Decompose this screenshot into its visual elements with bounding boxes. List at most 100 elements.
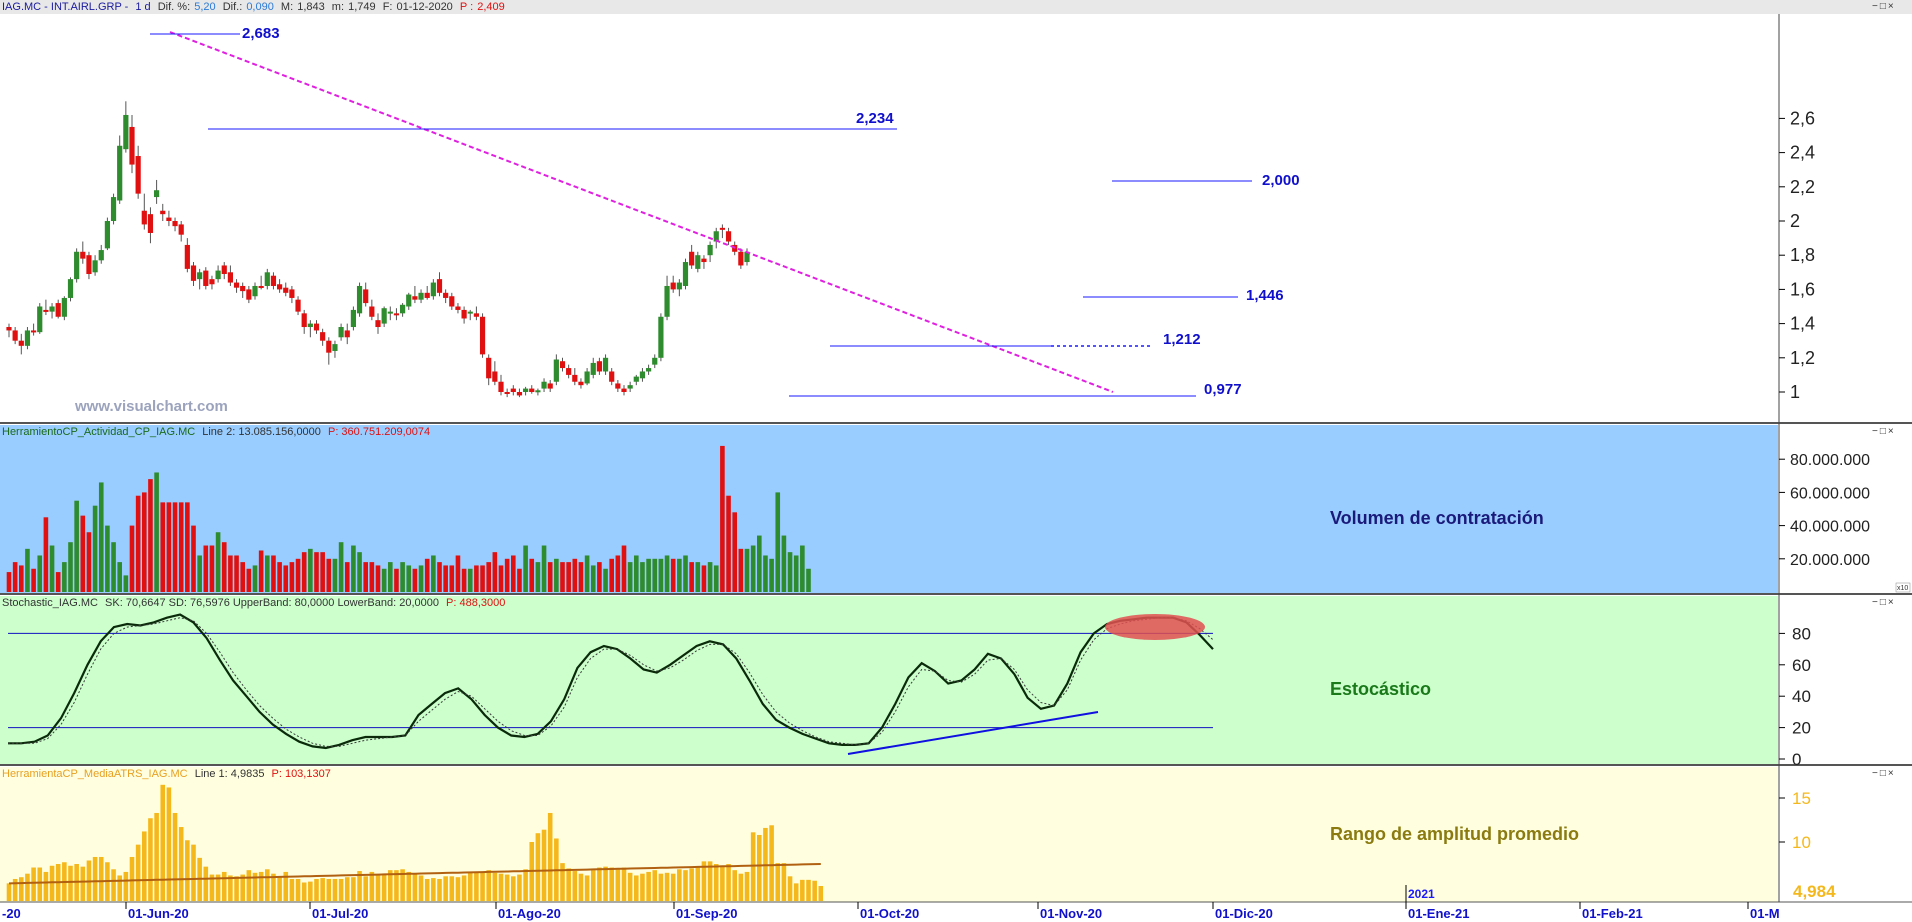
candle-body bbox=[443, 292, 449, 298]
volume-bar bbox=[677, 558, 682, 592]
volume-bar bbox=[86, 532, 92, 592]
volume-bar bbox=[394, 568, 399, 592]
candle-body bbox=[240, 285, 246, 292]
candle-body bbox=[326, 340, 332, 353]
price-y-tick-label: 2,6 bbox=[1790, 108, 1815, 128]
candle-body bbox=[590, 362, 596, 375]
volume-bar bbox=[129, 525, 135, 592]
candle-body bbox=[246, 289, 252, 300]
atr-bar bbox=[369, 871, 375, 901]
volume-bar bbox=[301, 552, 307, 592]
candle-body bbox=[689, 251, 695, 266]
volume-bar bbox=[117, 562, 122, 592]
atr-bar bbox=[123, 871, 129, 901]
volume-bar bbox=[664, 555, 670, 592]
price-y-tick-label: 1,8 bbox=[1790, 245, 1815, 265]
volume-bar bbox=[37, 555, 43, 592]
window-controls[interactable]: −□× bbox=[1872, 768, 1896, 780]
atr-bar bbox=[166, 787, 172, 901]
candle-body bbox=[301, 313, 307, 328]
atr-bar bbox=[713, 864, 719, 901]
volume-bar bbox=[375, 565, 381, 592]
volume-bar bbox=[203, 545, 209, 592]
volume-bar bbox=[584, 555, 590, 592]
candle-body bbox=[725, 231, 732, 242]
candle-body bbox=[307, 323, 313, 328]
volume-bar bbox=[590, 565, 596, 592]
candle-body bbox=[184, 244, 190, 269]
candle-body bbox=[479, 316, 486, 355]
candle-body bbox=[43, 309, 49, 312]
volume-bar bbox=[314, 552, 319, 592]
volume-bar bbox=[763, 555, 768, 592]
atr-bar bbox=[148, 818, 153, 901]
candle-body bbox=[289, 289, 295, 298]
volume-bar bbox=[160, 502, 166, 592]
candle-body bbox=[627, 385, 633, 389]
candle-body bbox=[49, 306, 55, 312]
atr-bar bbox=[517, 874, 522, 901]
main-chart-header: IAG.MC - INT.AIRL.GRP - 1 d Dif. %: 5,20… bbox=[0, 0, 1912, 14]
stoch-y-tick-label: 80 bbox=[1792, 624, 1811, 643]
stoch-y-tick-label: 40 bbox=[1792, 687, 1811, 706]
atr-bar bbox=[437, 878, 442, 901]
atr-bar bbox=[695, 866, 701, 901]
volume-bar bbox=[529, 558, 535, 592]
candle-body bbox=[6, 327, 12, 331]
atr-bar bbox=[326, 878, 332, 901]
volume-bar bbox=[424, 558, 430, 592]
candle-body bbox=[566, 368, 572, 375]
window-controls[interactable]: −□× bbox=[1872, 597, 1896, 609]
atr-bar bbox=[406, 871, 412, 901]
candle-body bbox=[609, 371, 615, 382]
window-controls[interactable]: −□× bbox=[1872, 1, 1896, 13]
atr-bar bbox=[486, 870, 491, 901]
candle-body bbox=[461, 309, 467, 319]
x-axis-tick-label: 01-Dic-20 bbox=[1215, 906, 1273, 921]
chart-workspace: x10 2,6 2,4 2,2 2 1,8 1,6 1,4 1,2 1 2,683 2,234 … bbox=[0, 0, 1912, 922]
atr-bar bbox=[535, 833, 541, 901]
candle-body bbox=[449, 296, 455, 307]
atr-bar bbox=[363, 876, 368, 901]
x-axis-tick-label: 01-Jun-20 bbox=[128, 906, 189, 921]
candle-body bbox=[369, 306, 375, 317]
candle-body bbox=[209, 279, 215, 285]
atr-bar bbox=[640, 873, 645, 901]
volume-bar bbox=[689, 562, 694, 592]
candle-body bbox=[37, 306, 43, 333]
atr-bar bbox=[129, 856, 135, 901]
volume-indicator-line: Line 2: 13.085.156,0000 bbox=[202, 426, 321, 438]
volume-bar bbox=[787, 552, 793, 592]
atr-bar bbox=[308, 881, 313, 901]
volume-scale-tag: x10 bbox=[1897, 585, 1908, 592]
atr-bar bbox=[68, 865, 73, 901]
candle-body bbox=[277, 284, 283, 290]
candle-body bbox=[467, 311, 473, 314]
volume-indicator-p: P: 360.751.209,0074 bbox=[327, 426, 431, 438]
atr-bar bbox=[160, 784, 166, 901]
atr-bar bbox=[615, 868, 621, 901]
x-axis-tick-label: 01-M bbox=[1750, 906, 1780, 921]
atr-bar bbox=[572, 871, 578, 901]
candle-body bbox=[473, 313, 479, 317]
candle-body bbox=[602, 357, 609, 372]
volume-bar bbox=[228, 555, 233, 592]
volume-bar bbox=[572, 558, 578, 592]
volume-bar bbox=[443, 565, 448, 592]
atr-bar bbox=[818, 886, 824, 901]
atr-bar bbox=[117, 875, 122, 901]
atr-bar bbox=[812, 880, 817, 901]
volume-bar bbox=[726, 495, 731, 592]
candle-body bbox=[295, 299, 301, 312]
atr-bar bbox=[191, 844, 196, 901]
volume-bar bbox=[554, 558, 559, 592]
volume-bar bbox=[277, 562, 282, 592]
volume-bar bbox=[197, 555, 202, 592]
atr-bar bbox=[584, 875, 590, 901]
volume-bar bbox=[142, 492, 147, 592]
window-controls[interactable]: −□× bbox=[1872, 426, 1896, 438]
stoch-panel-title: Estocástico bbox=[1330, 679, 1431, 699]
volume-bar bbox=[609, 558, 614, 592]
stoch-panel-header: Stochastic_IAG.MC SK: 70,6647 SD: 76,597… bbox=[0, 596, 509, 610]
atr-bar bbox=[670, 873, 676, 901]
